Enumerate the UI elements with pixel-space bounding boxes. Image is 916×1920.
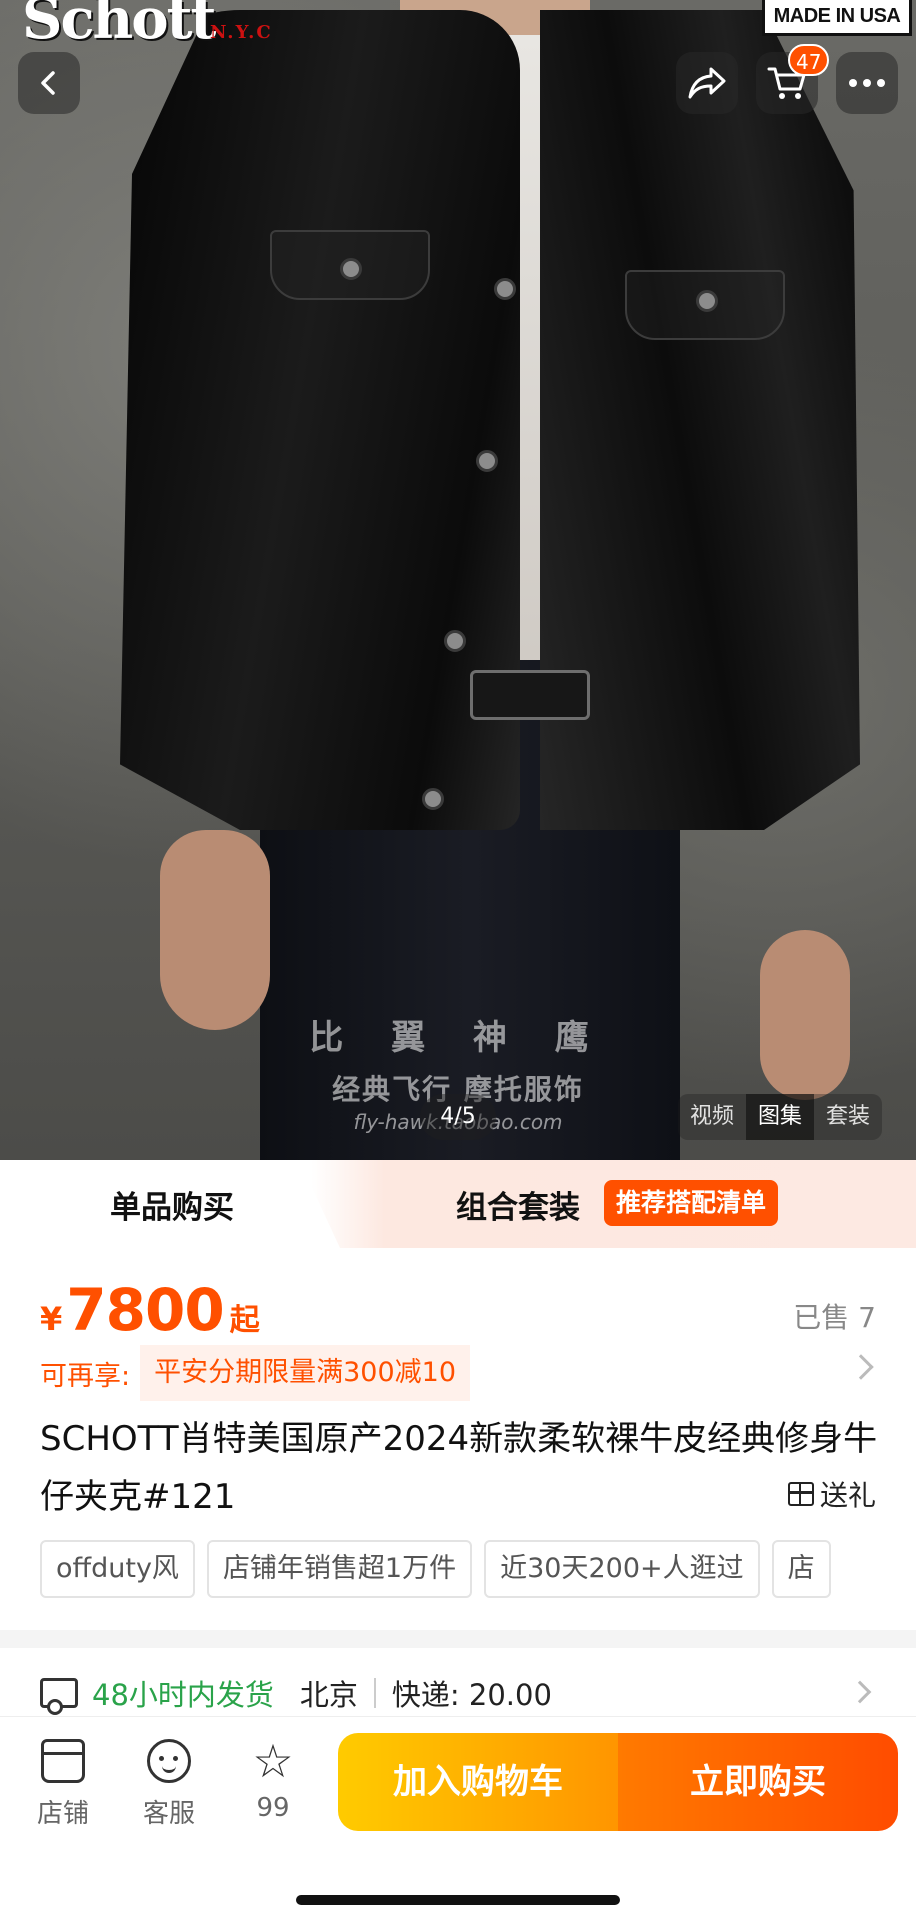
jacket-button <box>476 450 498 472</box>
shipping-row[interactable]: 48小时内发货 北京 快递: 20.00 <box>40 1668 552 1718</box>
media-tab-video[interactable]: 视频 <box>678 1094 746 1140</box>
add-to-cart-button[interactable]: 加入购物车 <box>338 1733 618 1831</box>
jacket-button <box>422 788 444 810</box>
jacket-button <box>340 258 362 280</box>
bottom-action-bar: 店铺 客服 ☆ 99 加入购物车 立即购买 <box>0 1716 916 1920</box>
chevron-left-icon <box>41 71 55 95</box>
jacket-button <box>494 278 516 300</box>
purchase-buttons: 加入购物车 立即购买 <box>338 1733 898 1831</box>
sold-count: 已售 7 <box>793 1301 876 1334</box>
back-button[interactable] <box>18 52 80 114</box>
shop-label: 店铺 <box>36 1799 89 1829</box>
service-label: 客服 <box>142 1799 195 1829</box>
service-icon <box>147 1739 191 1783</box>
tab-combo-set[interactable]: 组合套装 <box>456 1182 580 1227</box>
promo-row[interactable]: 可再享: 平安分期限量满300减10 <box>40 1344 471 1402</box>
promo-chip: 平安分期限量满300减10 <box>140 1345 471 1401</box>
shipping-city: 北京 <box>299 1678 358 1712</box>
buy-now-button[interactable]: 立即购买 <box>618 1733 898 1831</box>
media-tab-gallery[interactable]: 图集 <box>746 1094 815 1140</box>
section-divider <box>0 1630 916 1648</box>
price-amount: 7800 <box>66 1276 224 1344</box>
brand-logo-sub: N.Y.C <box>210 22 273 43</box>
tag-chip[interactable]: 近30天200+人逛过 <box>484 1540 760 1598</box>
jacket-left-panel <box>120 10 520 830</box>
star-icon: ☆ <box>252 1734 294 1788</box>
media-tab-set[interactable]: 套装 <box>814 1094 882 1140</box>
brand-logo: Schott <box>22 0 216 52</box>
price: ¥ 7800 起 <box>40 1276 260 1346</box>
shipping-separator <box>373 1678 376 1708</box>
shop-button[interactable]: 店铺 <box>18 1739 108 1830</box>
chevron-right-icon[interactable] <box>848 1354 874 1380</box>
gift-label: 送礼 <box>819 1479 876 1512</box>
customer-service-button[interactable]: 客服 <box>124 1739 214 1830</box>
product-title: SCHOTT肖特美国原产2024新款柔软裸牛皮经典修身牛仔夹克#121 <box>40 1419 878 1517</box>
cart-button[interactable]: 47 <box>756 44 830 114</box>
favorite-count: 99 <box>256 1793 290 1823</box>
more-dots-icon <box>849 79 885 87</box>
cart-count-badge: 47 <box>788 44 830 76</box>
shop-icon <box>41 1739 85 1783</box>
favorite-button[interactable]: ☆ 99 <box>228 1734 318 1823</box>
price-currency: ¥ <box>40 1300 63 1338</box>
share-button[interactable] <box>676 52 738 114</box>
shipping-fee: 快递: 20.00 <box>391 1678 552 1712</box>
image-counter: 4/5 <box>420 1094 496 1140</box>
tag-chip[interactable]: 店 <box>771 1540 831 1598</box>
shipping-fast: 48小时内发货 <box>92 1678 274 1712</box>
tag-chip[interactable]: offduty风 <box>40 1540 195 1598</box>
more-button[interactable] <box>836 52 898 114</box>
share-arrow-icon <box>688 67 726 99</box>
jacket-button <box>696 290 718 312</box>
gift-button[interactable]: 送礼 <box>787 1474 876 1514</box>
tab-single-purchase[interactable]: 单品购买 <box>0 1160 340 1248</box>
tab-single-purchase-label: 单品购买 <box>110 1190 234 1226</box>
belt-buckle <box>470 670 590 720</box>
tag-row: offduty风 店铺年销售超1万件 近30天200+人逛过 店 <box>40 1540 916 1598</box>
promo-lead: 可再享: <box>40 1360 131 1392</box>
tag-chip[interactable]: 店铺年销售超1万件 <box>206 1540 473 1598</box>
purchase-mode-tabs: 单品购买 组合套装 推荐搭配清单 <box>0 1160 916 1248</box>
made-in-usa-label: MADE IN USA <box>762 0 912 36</box>
watermark-title: 比 翼 神 鹰 <box>309 1018 607 1058</box>
combo-recommend-badge[interactable]: 推荐搭配清单 <box>604 1180 779 1226</box>
jacket-button <box>444 630 466 652</box>
model-hand-left <box>160 830 270 1030</box>
gift-icon <box>787 1482 814 1506</box>
product-image[interactable]: Schott N.Y.C MADE IN USA 比 翼 神 鹰 经典飞行 摩托… <box>0 0 916 1160</box>
price-suffix: 起 <box>229 1303 260 1338</box>
media-tabs: 视频 图集 套装 <box>678 1094 883 1140</box>
truck-icon <box>40 1678 78 1715</box>
chevron-right-icon[interactable] <box>848 1680 872 1704</box>
home-indicator[interactable] <box>296 1895 620 1905</box>
